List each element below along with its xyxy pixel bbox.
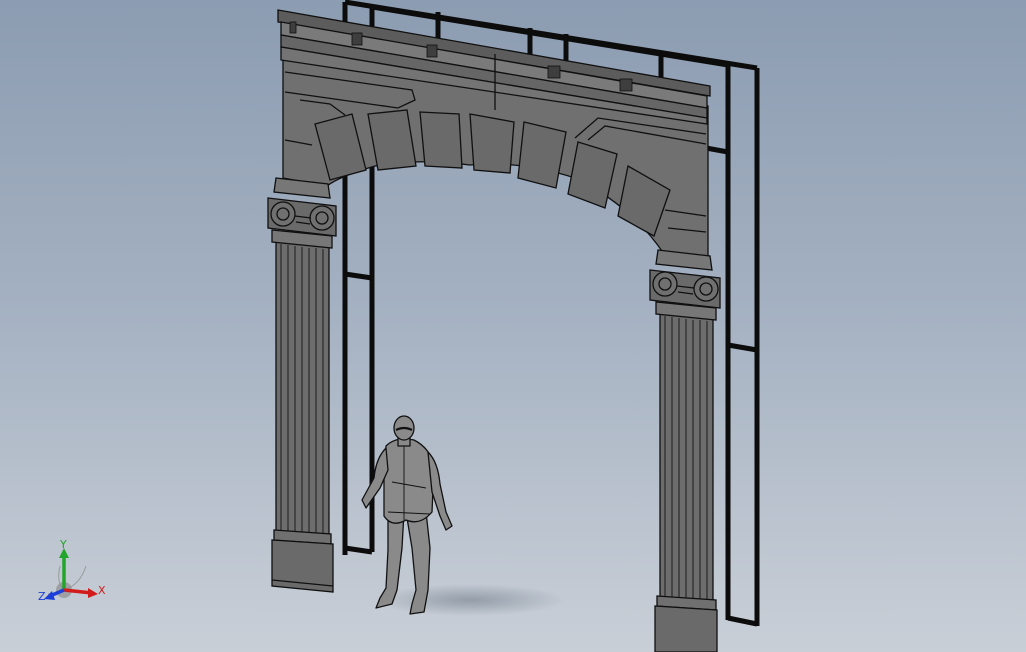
human-scale-figure[interactable] (361, 415, 453, 615)
figure-shadow (375, 584, 565, 616)
right-capital-volute (652, 271, 678, 297)
figure-right-arm (427, 451, 453, 531)
graphics-viewport[interactable]: Y X Z (0, 0, 1026, 652)
triad-x-label: X (98, 584, 106, 597)
figure-torso (383, 438, 435, 524)
triad-z-label: Z (38, 590, 46, 603)
coordinate-triad-icon: Y X Z (38, 538, 106, 603)
right-column[interactable] (649, 249, 721, 652)
left-column-plinth (271, 539, 334, 593)
frame-left-crossbar (344, 271, 373, 555)
triad-y-label: Y (59, 538, 67, 551)
left-column[interactable] (267, 177, 337, 593)
left-capital-volute (270, 201, 296, 227)
right-column-plinth (654, 605, 718, 652)
